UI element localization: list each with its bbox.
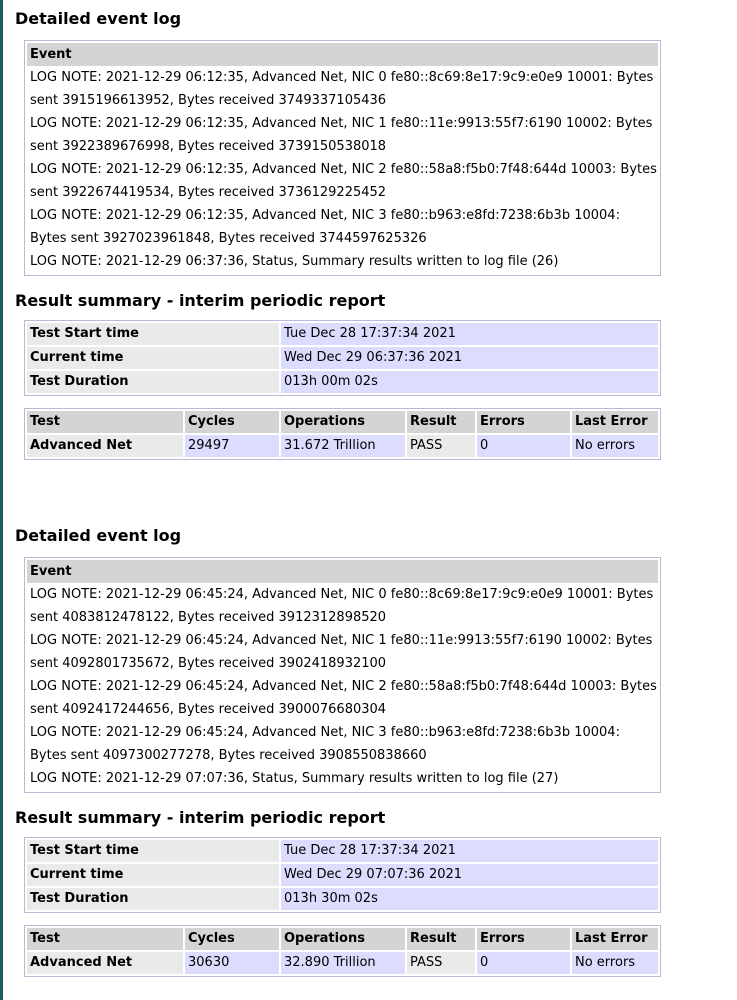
results-header-result: Result [407, 928, 475, 950]
test-start-value: Tue Dec 28 17:37:34 2021 [281, 840, 658, 862]
result-errors: 0 [477, 435, 570, 457]
results-header-last-error: Last Error [572, 411, 658, 433]
result-test-name: Advanced Net [27, 435, 183, 457]
test-duration-label: Test Duration [27, 371, 279, 393]
results-header-result: Result [407, 411, 475, 433]
results-header-errors: Errors [477, 928, 570, 950]
result-status: PASS [407, 952, 475, 974]
result-errors: 0 [477, 952, 570, 974]
summary-heading: Result summary - interim periodic report [15, 808, 386, 827]
results-table: Test Cycles Operations Result Errors Las… [24, 925, 661, 977]
log-entry: LOG NOTE: 2021-12-29 06:45:24, Advanced … [30, 587, 654, 625]
test-duration-value: 013h 00m 02s [281, 371, 658, 393]
test-start-label: Test Start time [27, 323, 279, 345]
log-entry: LOG NOTE: 2021-12-29 06:37:36, Status, S… [30, 254, 559, 269]
current-time-value: Wed Dec 29 07:07:36 2021 [281, 864, 658, 886]
log-entry: LOG NOTE: 2021-12-29 06:12:35, Advanced … [30, 70, 654, 108]
result-last-error: No errors [572, 952, 658, 974]
result-cycles: 29497 [185, 435, 279, 457]
results-table: Test Cycles Operations Result Errors Las… [24, 408, 661, 460]
log-entry: LOG NOTE: 2021-12-29 06:12:35, Advanced … [30, 162, 657, 200]
results-header-cycles: Cycles [185, 928, 279, 950]
results-header-errors: Errors [477, 411, 570, 433]
result-cycles: 30630 [185, 952, 279, 974]
event-log-heading: Detailed event log [15, 526, 182, 545]
log-entry: LOG NOTE: 2021-12-29 06:12:35, Advanced … [30, 208, 620, 246]
event-log-heading: Detailed event log [15, 9, 182, 28]
result-status: PASS [407, 435, 475, 457]
test-duration-value: 013h 30m 02s [281, 888, 658, 910]
result-last-error: No errors [572, 435, 658, 457]
event-log-header: Event [27, 43, 658, 66]
summary-times-table: Test Start time Tue Dec 28 17:37:34 2021… [24, 837, 661, 913]
current-time-label: Current time [27, 347, 279, 369]
results-header-test: Test [27, 411, 183, 433]
results-header-last-error: Last Error [572, 928, 658, 950]
event-log-table: Event LOG NOTE: 2021-12-29 06:45:24, Adv… [24, 557, 661, 793]
event-log-header: Event [27, 560, 658, 583]
results-header-operations: Operations [281, 928, 405, 950]
results-header-operations: Operations [281, 411, 405, 433]
result-operations: 32.890 Trillion [281, 952, 405, 974]
test-start-value: Tue Dec 28 17:37:34 2021 [281, 323, 658, 345]
test-start-label: Test Start time [27, 840, 279, 862]
result-test-name: Advanced Net [27, 952, 183, 974]
summary-times-table: Test Start time Tue Dec 28 17:37:34 2021… [24, 320, 661, 396]
current-time-label: Current time [27, 864, 279, 886]
log-entry: LOG NOTE: 2021-12-29 06:45:24, Advanced … [30, 633, 653, 671]
log-entry: LOG NOTE: 2021-12-29 06:45:24, Advanced … [30, 679, 657, 717]
results-header-cycles: Cycles [185, 411, 279, 433]
log-entry: LOG NOTE: 2021-12-29 06:12:35, Advanced … [30, 116, 653, 154]
test-duration-label: Test Duration [27, 888, 279, 910]
log-entry: LOG NOTE: 2021-12-29 07:07:36, Status, S… [30, 771, 559, 786]
results-header-test: Test [27, 928, 183, 950]
result-operations: 31.672 Trillion [281, 435, 405, 457]
event-log-table: Event LOG NOTE: 2021-12-29 06:12:35, Adv… [24, 40, 661, 276]
log-entry: LOG NOTE: 2021-12-29 06:45:24, Advanced … [30, 725, 620, 763]
summary-heading: Result summary - interim periodic report [15, 291, 386, 310]
window-edge [0, 0, 3, 1000]
current-time-value: Wed Dec 29 06:37:36 2021 [281, 347, 658, 369]
